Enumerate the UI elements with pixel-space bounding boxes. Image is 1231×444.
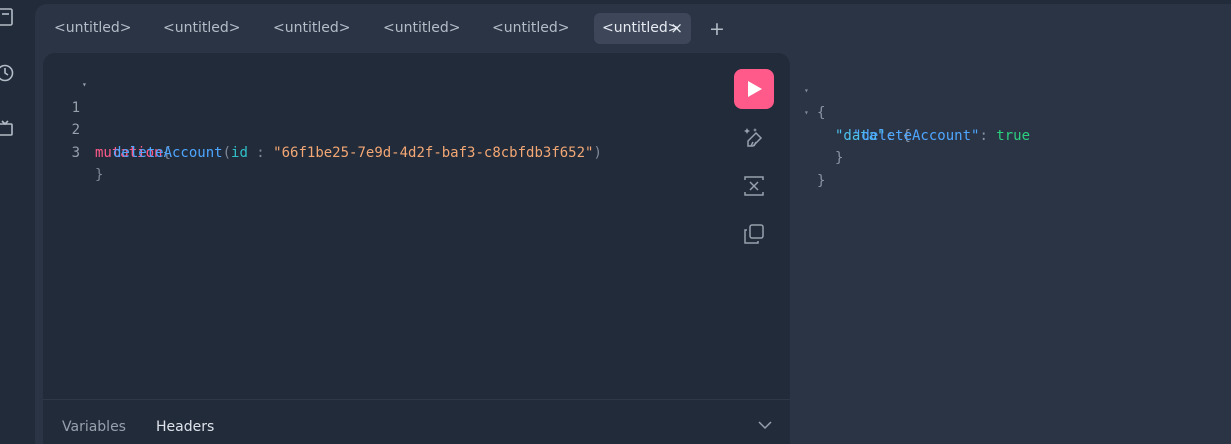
execute-query-button[interactable] xyxy=(734,69,774,109)
graphiql-app: <untitled> <untitled> <untitled> <untitl… xyxy=(0,0,1231,444)
colon: : xyxy=(247,144,274,161)
tab-untitled-3[interactable]: <untitled> xyxy=(265,13,358,44)
play-icon xyxy=(748,81,762,97)
tab-untitled-1[interactable]: <untitled> xyxy=(46,13,139,44)
tab-untitled-4[interactable]: <untitled> xyxy=(375,13,468,44)
tab-bar: <untitled> <untitled> <untitled> <untitl… xyxy=(35,13,775,44)
result-line: ▾ { xyxy=(803,57,1223,122)
fold-icon[interactable]: ▾ xyxy=(82,74,87,97)
variables-tab[interactable]: Variables xyxy=(62,400,126,444)
close-paren: ) xyxy=(593,144,602,161)
explorer-icon[interactable] xyxy=(0,117,16,139)
query-editor[interactable]: 1 ▾ mutation{ 2 deleteAccount(id : "66f1… xyxy=(43,53,790,444)
field-name: deleteAccount xyxy=(113,144,223,161)
tab-untitled-2[interactable]: <untitled> xyxy=(155,13,248,44)
open-paren: ( xyxy=(222,144,232,161)
result-line: } xyxy=(803,147,1223,189)
main-panel: <untitled> <untitled> <untitled> <untitl… xyxy=(35,4,1231,444)
docs-icon[interactable] xyxy=(0,6,16,28)
sidebar xyxy=(0,0,22,444)
result-close-brace: } xyxy=(817,172,826,189)
headers-tab[interactable]: Headers xyxy=(156,400,214,444)
prettify-icon[interactable] xyxy=(741,125,767,151)
result-pane: ▾ { ▾ "data": { "deleteAccount": true } … xyxy=(803,57,1223,437)
line-number: 3 xyxy=(71,144,80,161)
tab-untitled-active[interactable]: <untitled> × xyxy=(594,13,691,44)
tab-label: <untitled> xyxy=(602,20,680,36)
code-line: 1 ▾ mutation{ xyxy=(43,74,723,161)
chevron-down-icon[interactable] xyxy=(758,420,772,430)
result-line: "deleteAccount": true xyxy=(803,102,1223,144)
copy-icon[interactable] xyxy=(741,221,767,247)
merge-fragments-icon[interactable] xyxy=(741,173,767,199)
tab-untitled-5[interactable]: <untitled> xyxy=(484,13,577,44)
editor-footer: Variables Headers xyxy=(43,399,790,444)
result-line: ▾ "data": { xyxy=(803,80,1223,144)
query-code[interactable]: 1 ▾ mutation{ 2 deleteAccount(id : "66f1… xyxy=(43,74,723,184)
argument-value: "66f1be25-7e9d-4d2f-baf3-c8cbfdb3f652" xyxy=(273,144,594,161)
argument-name: id xyxy=(231,144,248,161)
close-brace: } xyxy=(95,167,104,183)
code-line: 2 deleteAccount(id : "66f1be25-7e9d-4d2f… xyxy=(43,97,723,161)
result-line: } xyxy=(803,125,1223,166)
history-icon[interactable] xyxy=(0,62,16,84)
code-line: 3 } xyxy=(43,119,723,184)
add-tab-button[interactable]: + xyxy=(709,15,725,43)
close-tab-icon[interactable]: × xyxy=(670,13,683,44)
